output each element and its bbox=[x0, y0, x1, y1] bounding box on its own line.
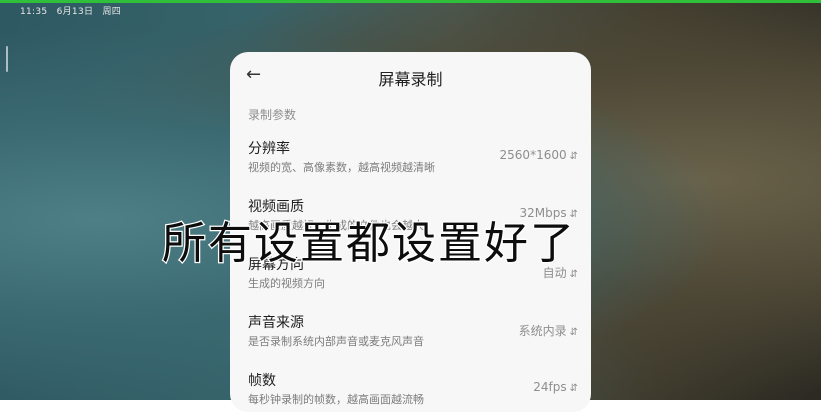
status-date: 6月13日 bbox=[56, 7, 94, 17]
setting-value-selector[interactable]: 24fps ⇵ bbox=[533, 380, 578, 394]
edge-handle[interactable] bbox=[6, 46, 8, 72]
setting-desc: 视频的宽、高像素数，越高视频越清晰 bbox=[248, 161, 435, 174]
section-label: 录制参数 bbox=[248, 108, 297, 122]
setting-value: 2560*1600 bbox=[499, 148, 567, 162]
setting-desc: 生成的视频方向 bbox=[248, 277, 325, 290]
overlay-caption: 所有设置都设置好了 bbox=[161, 218, 576, 269]
setting-row-framerate[interactable]: 帧数 每秒钟录制的帧数，越高画面越流畅 24fps ⇵ bbox=[248, 370, 578, 412]
chevron-updown-icon: ⇵ bbox=[569, 151, 578, 162]
setting-name: 视频画质 bbox=[248, 199, 304, 215]
top-progress-line bbox=[0, 0, 821, 3]
page-title: 屏幕录制 bbox=[378, 70, 443, 89]
status-weekday: 周四 bbox=[102, 7, 122, 17]
chevron-updown-icon: ⇵ bbox=[569, 269, 578, 280]
setting-desc: 每秒钟录制的帧数，越高画面越流畅 bbox=[248, 393, 424, 406]
setting-row-audio-source[interactable]: 声音来源 是否录制系统内部声音或麦克风声音 系统内录 ⇵ bbox=[248, 312, 578, 362]
setting-name: 帧数 bbox=[248, 373, 276, 389]
setting-name: 分辨率 bbox=[248, 141, 290, 157]
setting-value: 24fps bbox=[533, 380, 567, 394]
setting-value: 系统内录 bbox=[518, 324, 567, 338]
chevron-updown-icon: ⇵ bbox=[569, 383, 578, 394]
setting-name: 声音来源 bbox=[248, 315, 304, 331]
setting-value-selector[interactable]: 系统内录 ⇵ bbox=[519, 322, 578, 339]
setting-value-selector[interactable]: 2560*1600 ⇵ bbox=[500, 148, 578, 162]
setting-row-resolution[interactable]: 分辨率 视频的宽、高像素数，越高视频越清晰 2560*1600 ⇵ bbox=[248, 138, 578, 188]
status-bar: 11:35 6月13日 周四 bbox=[20, 4, 127, 17]
status-time: 11:35 bbox=[20, 7, 48, 17]
chevron-updown-icon: ⇵ bbox=[569, 327, 578, 338]
setting-desc: 是否录制系统内部声音或麦克风声音 bbox=[248, 335, 424, 348]
